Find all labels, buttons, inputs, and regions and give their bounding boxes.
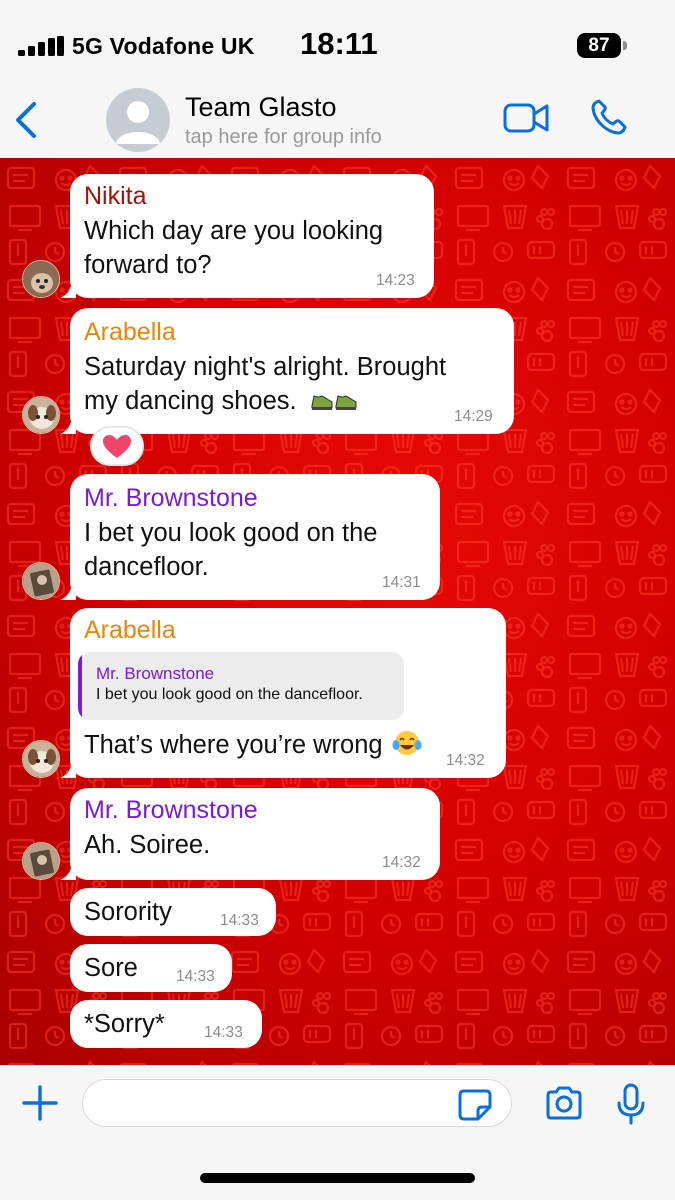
- message-text: Sorority: [84, 898, 172, 926]
- avatar-brownstone[interactable]: [22, 562, 60, 600]
- heart-icon: [103, 435, 131, 458]
- chat-area[interactable]: Nikita Which day are you looking forward…: [0, 158, 675, 1065]
- chevron-left-icon[interactable]: [12, 100, 42, 140]
- group-avatar[interactable]: [106, 88, 170, 152]
- message-time: 14:32: [382, 854, 421, 871]
- plus-icon[interactable]: [22, 1085, 58, 1121]
- message-bubble[interactable]: Arabella Mr. Brownstone I bet you look g…: [70, 608, 506, 778]
- message-time: 14:33: [204, 1024, 243, 1041]
- avatar-nikita[interactable]: [22, 260, 60, 298]
- message-time: 14:33: [220, 912, 259, 929]
- message-sender: Arabella: [84, 318, 176, 346]
- message-time: 14:32: [446, 752, 485, 769]
- phone-icon[interactable]: [590, 98, 628, 136]
- microphone-icon[interactable]: [616, 1083, 646, 1125]
- home-indicator: [200, 1173, 475, 1183]
- message-text: Saturday night's alright. Brought my dan…: [84, 353, 447, 415]
- message-time: 14:23: [376, 272, 415, 289]
- reaction-badge[interactable]: [90, 426, 144, 466]
- message-bubble[interactable]: Sore 14:33: [70, 944, 232, 992]
- message-text: That’s where you’re wrong: [84, 728, 422, 762]
- message-time: 14:33: [176, 968, 215, 985]
- message-bubble[interactable]: Nikita Which day are you looking forward…: [70, 174, 434, 298]
- message-text: I bet you look good on the dancefloor.: [84, 519, 378, 581]
- avatar-arabella[interactable]: [22, 396, 60, 434]
- sneakers-emoji: [311, 395, 357, 410]
- chat-header: Team Glasto tap here for group info: [0, 82, 675, 158]
- message-bubble[interactable]: Sorority 14:33: [70, 888, 276, 936]
- camera-icon[interactable]: [544, 1085, 584, 1121]
- avatar-brownstone[interactable]: [22, 842, 60, 880]
- message-bubble[interactable]: Mr. Brownstone Ah. Soiree. 14:32: [70, 788, 440, 880]
- message-composer: [0, 1065, 675, 1200]
- message-sender: Mr. Brownstone: [84, 796, 258, 824]
- sticker-icon[interactable]: [458, 1089, 492, 1121]
- carrier-label: 5G Vodafone UK: [72, 33, 255, 59]
- message-time: 14:31: [382, 574, 421, 591]
- group-info-hint[interactable]: tap here for group info: [185, 126, 382, 149]
- message-bubble[interactable]: *Sorry* 14:33: [70, 1000, 262, 1048]
- status-bar: 5G Vodafone UK 18:11 87: [0, 0, 675, 82]
- video-camera-icon[interactable]: [503, 102, 549, 134]
- avatar-arabella[interactable]: [22, 740, 60, 778]
- message-sender: Nikita: [84, 182, 147, 210]
- cellular-signal-icon: [18, 36, 64, 56]
- message-time: 14:29: [454, 408, 493, 425]
- quoted-sender: Mr. Brownstone: [96, 664, 215, 683]
- message-bubble[interactable]: Arabella Saturday night's alright. Broug…: [70, 308, 514, 434]
- message-input[interactable]: [82, 1079, 512, 1127]
- message-text: Which day are you looking forward to?: [84, 217, 384, 279]
- message-text: Ah. Soiree.: [84, 831, 211, 859]
- status-time: 18:11: [300, 26, 378, 61]
- message-text: Sore: [84, 954, 138, 982]
- message-bubble[interactable]: Mr. Brownstone I bet you look good on th…: [70, 474, 440, 600]
- message-text: *Sorry*: [84, 1010, 165, 1038]
- message-sender: Mr. Brownstone: [84, 484, 258, 512]
- battery-level: 87: [577, 33, 621, 58]
- person-icon: [116, 101, 160, 144]
- battery-icon: 87: [577, 33, 627, 58]
- message-sender: Arabella: [84, 616, 176, 644]
- quoted-text: I bet you look good on the dancefloor.: [96, 686, 363, 703]
- tears-of-joy-emoji: [392, 731, 422, 755]
- group-title[interactable]: Team Glasto: [185, 92, 337, 123]
- quoted-message[interactable]: Mr. Brownstone I bet you look good on th…: [78, 652, 404, 720]
